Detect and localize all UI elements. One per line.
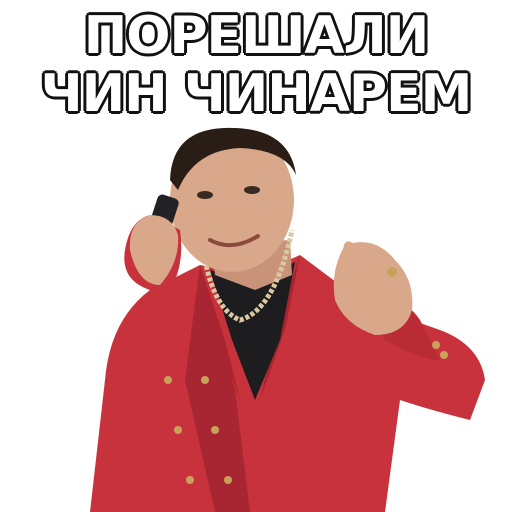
left-eye [197,191,213,199]
jacket-button [224,476,232,484]
jacket-button [440,351,448,359]
jacket-button [432,341,440,349]
jacket-button [164,376,172,384]
jacket-button [174,426,182,434]
caption-line-2: ЧИН ЧИНАРЕМ [39,64,474,124]
jacket-button [211,426,219,434]
right-eye [244,186,260,194]
gold-ring [387,267,397,277]
jacket-button [201,376,209,384]
jacket-button [186,476,194,484]
sticker-canvas: ПОРЕШАЛИ ЧИН ЧИНАРЕМ [0,0,512,512]
caption-line-1: ПОРЕШАЛИ [82,6,431,66]
